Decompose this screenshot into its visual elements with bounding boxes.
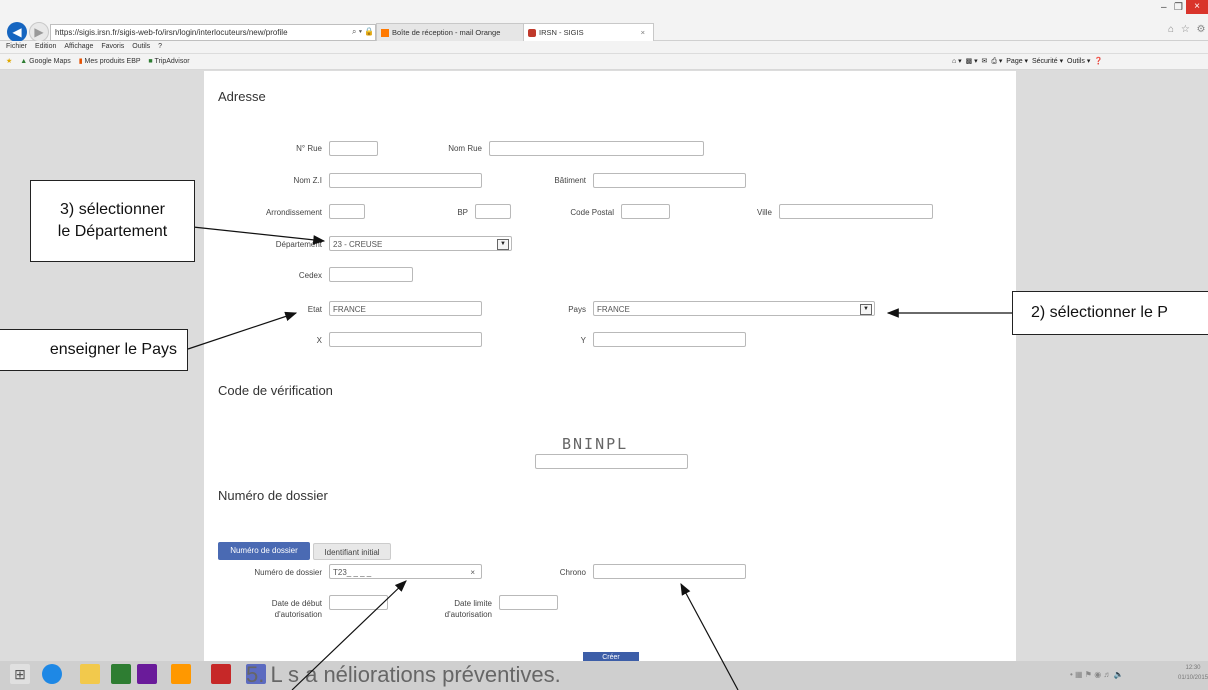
callout-step3: 3) sélectionner le Département xyxy=(30,180,195,262)
arrow-to-etat xyxy=(187,311,298,350)
callout-line: 3) sélectionner xyxy=(60,201,165,218)
callout-line: le Département xyxy=(57,223,168,240)
callout-step1: enseigner le Pays xyxy=(0,329,188,371)
arrow-to-departement xyxy=(192,226,326,245)
arrow-to-chrono xyxy=(680,582,739,690)
callout-step2: 2) sélectionner le P xyxy=(1012,291,1208,335)
arrow-to-dossier xyxy=(291,580,407,690)
